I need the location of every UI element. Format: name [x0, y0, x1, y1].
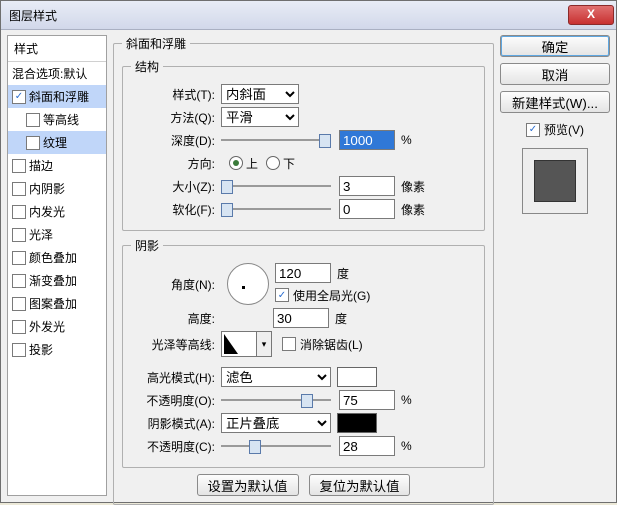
depth-label: 深度(D): [131, 132, 221, 149]
style-combo[interactable]: 内斜面 [221, 84, 299, 104]
depth-input[interactable] [339, 130, 395, 150]
structure-legend: 结构 [131, 58, 163, 75]
altitude-input[interactable] [273, 308, 329, 328]
dialog-window: 图层样式 X 样式 混合选项:默认 斜面和浮雕 等高线 纹理 描边 内阴影 内发… [0, 0, 617, 503]
size-label: 大小(Z): [131, 178, 221, 195]
highlight-opacity-unit: % [401, 393, 412, 407]
shadow-mode-label: 阴影模式(A): [131, 415, 221, 432]
highlight-mode-combo[interactable]: 滤色 [221, 367, 331, 387]
styles-header: 样式 [8, 36, 106, 62]
preview-thumbnail [522, 148, 588, 214]
gloss-label: 光泽等高线: [131, 336, 221, 353]
gloss-contour-swatch[interactable] [221, 331, 257, 357]
style-item-gradient-overlay[interactable]: 渐变叠加 [8, 269, 106, 292]
checkbox-icon[interactable] [26, 113, 40, 127]
shadow-opacity-slider[interactable] [221, 438, 331, 454]
angle-dial[interactable] [227, 263, 269, 305]
altitude-unit: 度 [335, 310, 347, 327]
shading-legend: 阴影 [131, 237, 163, 254]
style-item-inner-glow[interactable]: 内发光 [8, 200, 106, 223]
checkbox-icon[interactable] [12, 90, 26, 104]
checkbox-icon[interactable] [12, 343, 26, 357]
method-label: 方法(Q): [131, 109, 221, 126]
soften-input[interactable] [339, 199, 395, 219]
style-item-inner-shadow[interactable]: 内阴影 [8, 177, 106, 200]
checkbox-icon[interactable] [12, 182, 26, 196]
reset-default-button[interactable]: 复位为默认值 [309, 474, 411, 496]
style-item-color-overlay[interactable]: 颜色叠加 [8, 246, 106, 269]
window-title: 图层样式 [9, 7, 568, 24]
set-default-button[interactable]: 设置为默认值 [197, 474, 299, 496]
checkbox-icon[interactable] [12, 320, 26, 334]
new-style-button[interactable]: 新建样式(W)... [500, 91, 610, 113]
highlight-color-swatch[interactable] [337, 367, 377, 387]
style-item-satin[interactable]: 光泽 [8, 223, 106, 246]
highlight-mode-label: 高光模式(H): [131, 369, 221, 386]
angle-unit: 度 [337, 265, 349, 282]
soften-label: 软化(F): [131, 201, 221, 218]
altitude-label: 高度: [131, 310, 221, 327]
direction-up-radio[interactable] [229, 156, 243, 170]
shadow-color-swatch[interactable] [337, 413, 377, 433]
direction-label: 方向: [131, 155, 221, 172]
bevel-legend: 斜面和浮雕 [122, 35, 190, 52]
style-item-drop-shadow[interactable]: 投影 [8, 338, 106, 361]
style-item-pattern-overlay[interactable]: 图案叠加 [8, 292, 106, 315]
method-combo[interactable]: 平滑 [221, 107, 299, 127]
antialias-label: 消除锯齿(L) [300, 336, 363, 353]
checkbox-icon[interactable] [12, 159, 26, 173]
style-item-contour[interactable]: 等高线 [8, 108, 106, 131]
chevron-down-icon[interactable]: ▾ [257, 331, 272, 357]
content: 样式 混合选项:默认 斜面和浮雕 等高线 纹理 描边 内阴影 内发光 光泽 颜色… [1, 29, 616, 502]
style-item-outer-glow[interactable]: 外发光 [8, 315, 106, 338]
close-icon[interactable]: X [568, 5, 614, 25]
direction-down-radio[interactable] [266, 156, 280, 170]
checkbox-icon[interactable] [26, 136, 40, 150]
preview-label: 预览(V) [544, 121, 584, 138]
shadow-opacity-unit: % [401, 439, 412, 453]
size-unit: 像素 [401, 178, 425, 195]
preview-checkbox[interactable] [526, 123, 540, 137]
depth-unit: % [401, 133, 412, 147]
shadow-opacity-input[interactable] [339, 436, 395, 456]
angle-input[interactable] [275, 263, 331, 283]
checkbox-icon[interactable] [12, 274, 26, 288]
right-panel: 确定 取消 新建样式(W)... 预览(V) [500, 35, 610, 496]
style-label: 样式(T): [131, 86, 221, 103]
ok-button[interactable]: 确定 [500, 35, 610, 57]
structure-group: 结构 样式(T): 内斜面 方法(Q): 平滑 深度(D): % [122, 58, 485, 231]
styles-panel: 样式 混合选项:默认 斜面和浮雕 等高线 纹理 描边 内阴影 内发光 光泽 颜色… [7, 35, 107, 496]
center-panel: 斜面和浮雕 结构 样式(T): 内斜面 方法(Q): 平滑 深度(D): [113, 35, 494, 496]
checkbox-icon[interactable] [12, 297, 26, 311]
bevel-group: 斜面和浮雕 结构 样式(T): 内斜面 方法(Q): 平滑 深度(D): [113, 35, 494, 505]
style-item-blend[interactable]: 混合选项:默认 [8, 62, 106, 85]
angle-label: 角度(N): [131, 276, 221, 293]
checkbox-icon[interactable] [12, 228, 26, 242]
soften-unit: 像素 [401, 201, 425, 218]
checkbox-icon[interactable] [12, 205, 26, 219]
style-item-stroke[interactable]: 描边 [8, 154, 106, 177]
style-item-texture[interactable]: 纹理 [8, 131, 106, 154]
shadow-opacity-label: 不透明度(C): [131, 438, 221, 455]
shadow-mode-combo[interactable]: 正片叠底 [221, 413, 331, 433]
highlight-opacity-label: 不透明度(O): [131, 392, 221, 409]
titlebar: 图层样式 X [1, 1, 616, 30]
global-light-label: 使用全局光(G) [293, 287, 370, 304]
soften-slider[interactable] [221, 201, 331, 217]
checkbox-icon[interactable] [12, 251, 26, 265]
global-light-checkbox[interactable] [275, 288, 289, 302]
style-item-bevel-emboss[interactable]: 斜面和浮雕 [8, 85, 106, 108]
size-slider[interactable] [221, 178, 331, 194]
shading-group: 阴影 角度(N): 度 使用全局光(G) [122, 237, 485, 468]
highlight-opacity-slider[interactable] [221, 392, 331, 408]
antialias-checkbox[interactable] [282, 337, 296, 351]
highlight-opacity-input[interactable] [339, 390, 395, 410]
cancel-button[interactable]: 取消 [500, 63, 610, 85]
size-input[interactable] [339, 176, 395, 196]
depth-slider[interactable] [221, 132, 331, 148]
